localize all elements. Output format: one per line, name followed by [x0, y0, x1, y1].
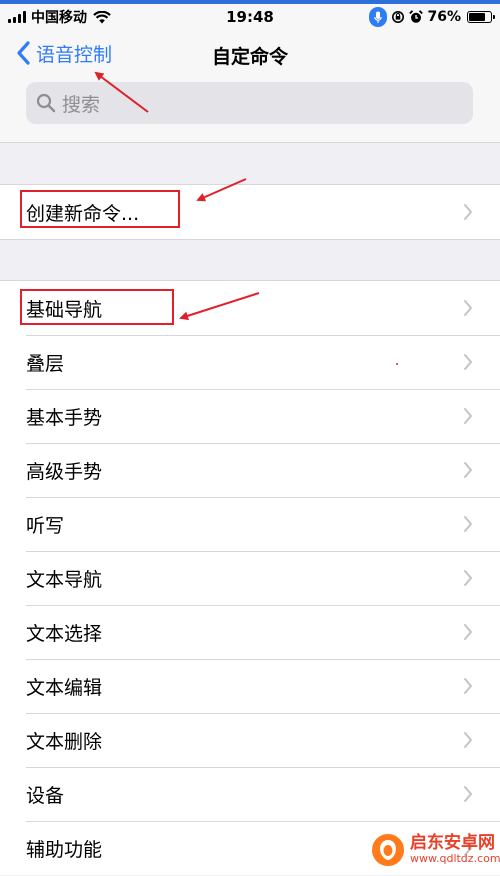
- chevron-right-icon: [464, 678, 472, 694]
- command-row[interactable]: 基础导航: [0, 281, 500, 335]
- alarm-icon: [409, 10, 424, 23]
- chevron-right-icon: [464, 408, 472, 424]
- chevron-right-icon: [464, 354, 472, 370]
- chevron-right-icon: [464, 204, 472, 220]
- row-label: 文本导航: [26, 568, 103, 591]
- chevron-right-icon: [464, 462, 472, 478]
- row-label: 创建新命令...: [26, 202, 140, 225]
- command-row[interactable]: 叠层: [0, 335, 500, 389]
- command-row[interactable]: 设备: [0, 767, 500, 821]
- row-label: 文本选择: [26, 622, 103, 645]
- command-row[interactable]: 听写: [0, 497, 500, 551]
- chevron-right-icon: [464, 624, 472, 640]
- row-label: 设备: [26, 784, 65, 807]
- row-label: 辅助功能: [26, 838, 103, 861]
- row-label: 文本删除: [26, 730, 103, 753]
- command-row[interactable]: 文本删除: [0, 713, 500, 767]
- create-new-command-row[interactable]: 创建新命令...: [0, 185, 500, 239]
- search-input[interactable]: 搜索: [26, 82, 473, 124]
- command-row[interactable]: 文本导航: [0, 551, 500, 605]
- chevron-right-icon: [464, 300, 472, 316]
- battery-percent: 76%: [427, 9, 461, 25]
- status-bar: 中国移动 19:48 76%: [0, 4, 500, 30]
- command-row[interactable]: 高级手势: [0, 443, 500, 497]
- command-categories-group: 基础导航叠层基本手势高级手势听写文本导航文本选择文本编辑文本删除设备辅助功能: [0, 280, 500, 875]
- carrier-name: 中国移动: [31, 10, 87, 26]
- command-row[interactable]: 辅助功能: [0, 821, 500, 875]
- page-title: 自定命令: [211, 46, 288, 68]
- lock-rotation-icon: [392, 11, 405, 23]
- command-row[interactable]: 文本编辑: [0, 659, 500, 713]
- battery-icon: [467, 11, 495, 23]
- chevron-right-icon: [464, 840, 472, 856]
- search-placeholder: 搜索: [62, 93, 101, 116]
- row-label: 高级手势: [26, 460, 103, 483]
- row-label: 基础导航: [26, 298, 103, 321]
- row-label: 叠层: [26, 352, 65, 375]
- chevron-right-icon: [464, 516, 472, 532]
- wifi-icon: [93, 10, 111, 23]
- row-label: 基本手势: [26, 406, 103, 429]
- chevron-right-icon: [464, 786, 472, 802]
- command-row[interactable]: 文本选择: [0, 605, 500, 659]
- search-icon: [36, 93, 56, 113]
- command-row[interactable]: 基本手势: [0, 389, 500, 443]
- chevron-right-icon: [464, 570, 472, 586]
- create-command-group: 创建新命令...: [0, 184, 500, 240]
- navigation-header: 语音控制 自定命令 搜索: [0, 30, 500, 143]
- chevron-right-icon: [464, 732, 472, 748]
- row-label: 听写: [26, 514, 65, 537]
- microphone-icon: [369, 7, 388, 27]
- row-label: 文本编辑: [26, 676, 103, 699]
- signal-icon: [8, 11, 26, 23]
